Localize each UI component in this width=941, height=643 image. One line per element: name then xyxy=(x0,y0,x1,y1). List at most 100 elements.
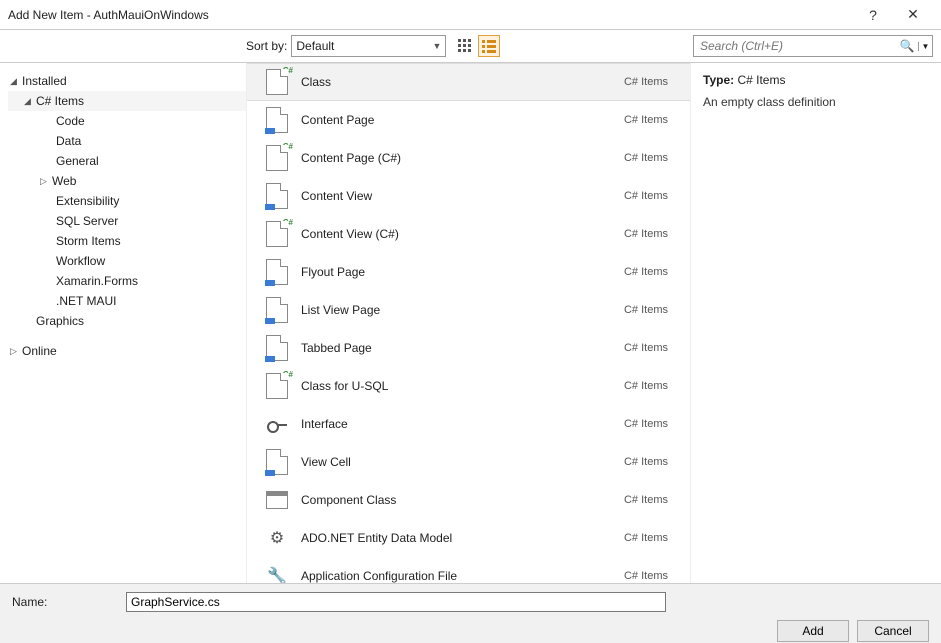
tree-label: SQL Server xyxy=(56,214,118,228)
sort-dropdown[interactable]: Default ▼ xyxy=(291,35,446,57)
template-tag: C# Items xyxy=(624,76,678,88)
template-item[interactable]: C#Content View (C#)C# Items xyxy=(247,215,690,253)
template-name: Flyout Page xyxy=(295,265,624,279)
file-icon xyxy=(259,259,295,285)
tree-storm-items[interactable]: Storm Items xyxy=(8,231,246,251)
template-tag: C# Items xyxy=(624,190,678,202)
window-title: Add New Item - AuthMauiOnWindows xyxy=(8,8,853,22)
tree-workflow[interactable]: Workflow xyxy=(8,251,246,271)
file-icon: 🔧 xyxy=(259,566,295,584)
tree-label: Workflow xyxy=(56,254,105,268)
name-label: Name: xyxy=(12,595,126,609)
file-icon xyxy=(259,183,295,209)
tree-label: Online xyxy=(22,344,57,358)
file-icon xyxy=(259,297,295,323)
search-icon[interactable]: 🔍 xyxy=(896,39,918,53)
tree-general[interactable]: General xyxy=(8,151,246,171)
type-value: C# Items xyxy=(737,73,785,87)
template-item[interactable]: List View PageC# Items xyxy=(247,291,690,329)
template-item[interactable]: View CellC# Items xyxy=(247,443,690,481)
file-icon: C# xyxy=(259,69,295,95)
template-item[interactable]: C#Content Page (C#)C# Items xyxy=(247,139,690,177)
template-item[interactable]: Component ClassC# Items xyxy=(247,481,690,519)
titlebar: Add New Item - AuthMauiOnWindows ? ✕ xyxy=(0,0,941,30)
template-name: Content Page xyxy=(295,113,624,127)
caret-right-icon: ▷ xyxy=(10,346,22,357)
chevron-down-icon: ▼ xyxy=(432,41,441,51)
tree-label: Xamarin.Forms xyxy=(56,274,138,288)
template-tag: C# Items xyxy=(624,380,678,392)
template-tag: C# Items xyxy=(624,304,678,316)
template-tag: C# Items xyxy=(624,532,678,544)
list-icon xyxy=(482,39,496,53)
tree-label: Installed xyxy=(22,74,67,88)
file-icon xyxy=(259,335,295,361)
grid-view-button[interactable] xyxy=(454,35,476,57)
tree-root-installed[interactable]: ◢ Installed xyxy=(8,71,246,91)
tree-code[interactable]: Code xyxy=(8,111,246,131)
template-name: View Cell xyxy=(295,455,624,469)
template-name: Tabbed Page xyxy=(295,341,624,355)
template-name: Content View xyxy=(295,189,624,203)
template-tag: C# Items xyxy=(624,570,678,582)
tree-label: .NET MAUI xyxy=(56,294,116,308)
template-name: Application Configuration File xyxy=(295,569,624,583)
template-name: Content View (C#) xyxy=(295,227,624,241)
template-tag: C# Items xyxy=(624,418,678,430)
tree-csharp-items[interactable]: ◢ C# Items xyxy=(8,91,246,111)
template-name: ADO.NET Entity Data Model xyxy=(295,531,624,545)
tree-label: C# Items xyxy=(36,94,84,108)
tree-xamarin-forms[interactable]: Xamarin.Forms xyxy=(8,271,246,291)
list-view-button[interactable] xyxy=(478,35,500,57)
grid-icon xyxy=(458,39,472,53)
tree-extensibility[interactable]: Extensibility xyxy=(8,191,246,211)
tree-sql-server[interactable]: SQL Server xyxy=(8,211,246,231)
template-tag: C# Items xyxy=(624,266,678,278)
help-button[interactable]: ? xyxy=(853,7,893,23)
file-icon: C# xyxy=(259,145,295,171)
template-list[interactable]: C#ClassC# ItemsContent PageC# ItemsC#Con… xyxy=(246,63,691,583)
template-tag: C# Items xyxy=(624,152,678,164)
template-item[interactable]: Content PageC# Items xyxy=(247,101,690,139)
template-tag: C# Items xyxy=(624,114,678,126)
template-item[interactable]: Flyout PageC# Items xyxy=(247,253,690,291)
name-input[interactable] xyxy=(126,592,666,612)
template-name: Class xyxy=(295,75,624,89)
add-button[interactable]: Add xyxy=(777,620,849,642)
cancel-button[interactable]: Cancel xyxy=(857,620,929,642)
tree-data[interactable]: Data xyxy=(8,131,246,151)
close-button[interactable]: ✕ xyxy=(893,6,933,23)
template-name: Class for U-SQL xyxy=(295,379,624,393)
tree-label: Data xyxy=(56,134,81,148)
template-item[interactable]: 🔧Application Configuration FileC# Items xyxy=(247,557,690,583)
tree-graphics[interactable]: Graphics xyxy=(8,311,246,331)
file-icon xyxy=(259,107,295,133)
template-tag: C# Items xyxy=(624,456,678,468)
template-item[interactable]: Tabbed PageC# Items xyxy=(247,329,690,367)
tree-label: Graphics xyxy=(36,314,84,328)
tree-label: Extensibility xyxy=(56,194,119,208)
tree-web[interactable]: ▷Web xyxy=(8,171,246,191)
caret-right-icon: ▷ xyxy=(40,176,52,187)
template-item[interactable]: Content ViewC# Items xyxy=(247,177,690,215)
caret-down-icon: ◢ xyxy=(24,96,36,107)
search-dropdown-icon[interactable]: ▼ xyxy=(918,42,932,51)
footer: Name: Add Cancel xyxy=(0,583,941,643)
tree-label: Web xyxy=(52,174,76,188)
tree-net-maui[interactable]: .NET MAUI xyxy=(8,291,246,311)
template-item[interactable]: C#ClassC# Items xyxy=(247,63,690,101)
tree-label: Code xyxy=(56,114,85,128)
template-tag: C# Items xyxy=(624,342,678,354)
template-item[interactable]: ⚙ADO.NET Entity Data ModelC# Items xyxy=(247,519,690,557)
template-tag: C# Items xyxy=(624,228,678,240)
template-tag: C# Items xyxy=(624,494,678,506)
category-tree: ◢ Installed ◢ C# Items Code Data General… xyxy=(0,63,246,583)
template-name: List View Page xyxy=(295,303,624,317)
type-label: Type: xyxy=(703,73,734,87)
search-input[interactable] xyxy=(694,39,896,53)
template-item[interactable]: C#Class for U-SQLC# Items xyxy=(247,367,690,405)
template-item[interactable]: InterfaceC# Items xyxy=(247,405,690,443)
tree-root-online[interactable]: ▷ Online xyxy=(8,341,246,361)
search-box[interactable]: 🔍 ▼ xyxy=(693,35,933,57)
template-name: Content Page (C#) xyxy=(295,151,624,165)
